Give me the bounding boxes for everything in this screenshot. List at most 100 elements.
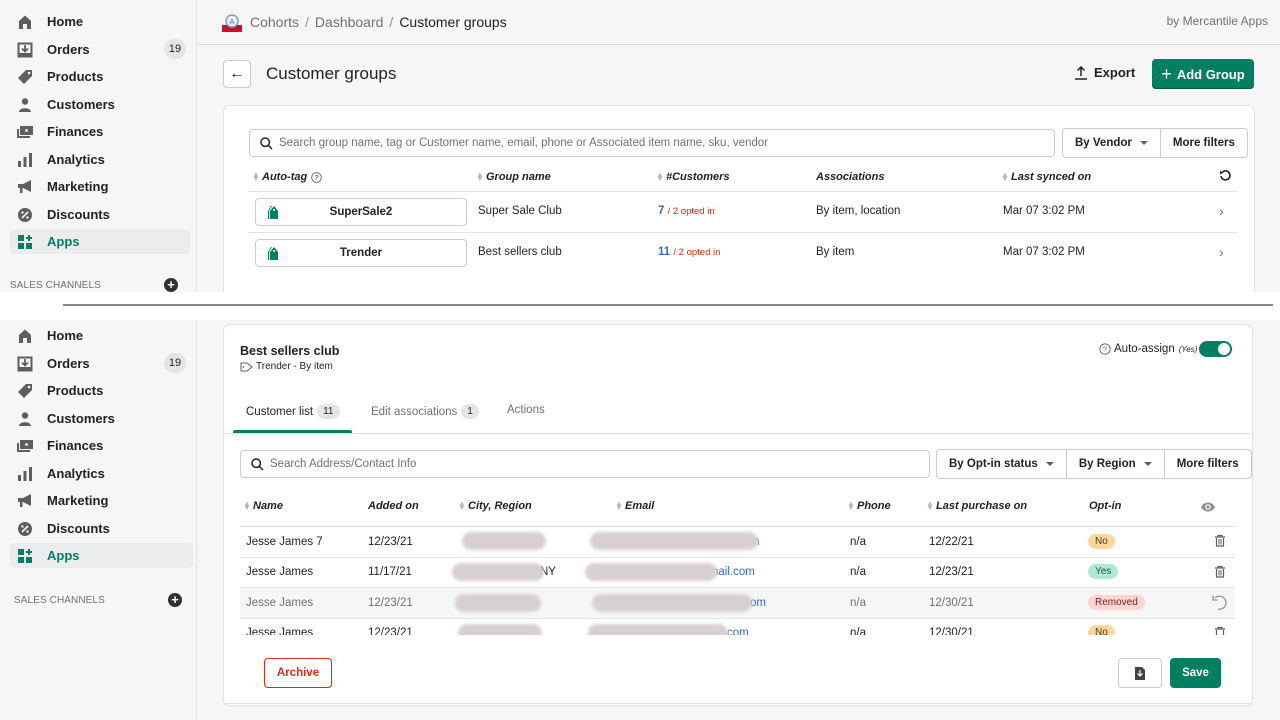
filter-label: By Opt-in status (949, 458, 1038, 470)
export-button[interactable]: Export (1074, 65, 1135, 80)
sidebar-item-label: Marketing (47, 179, 109, 194)
eye-icon[interactable] (1200, 501, 1216, 516)
orders-count-badge: 19 (164, 353, 186, 373)
auto-assign-toggle[interactable] (1199, 341, 1232, 357)
auto-assign-label: Auto-assign (1114, 343, 1175, 355)
sidebar-item-finances[interactable]: Finances (10, 119, 190, 144)
auto-tag-button[interactable]: SuperSale2 (255, 198, 467, 226)
tab-customer-list[interactable]: Customer list 11 (246, 404, 340, 419)
sidebar-item-label: Marketing (47, 493, 109, 508)
sidebar-item-label: Customers (47, 97, 115, 112)
breadcrumb-current: Customer groups (399, 14, 507, 30)
breadcrumb-dashboard[interactable]: Dashboard (315, 14, 384, 30)
column-name[interactable]: ▲ ▼ Name (243, 500, 283, 513)
sidebar-item-finances[interactable]: Finances (10, 433, 190, 458)
tab-edit-associations[interactable]: Edit associations 1 (371, 404, 479, 419)
column-city-region[interactable]: ▲ ▼ City, Region (458, 500, 532, 513)
opted-in-count: / 2 opted in (667, 206, 715, 217)
sales-channels-heading: SALES CHANNELS (10, 280, 101, 291)
trash-icon[interactable] (1214, 565, 1226, 581)
sidebar-item-products[interactable]: Products (10, 378, 190, 403)
sort-icon: ▲ ▼ (926, 499, 934, 512)
breadcrumb-separator: / (305, 14, 309, 30)
region-filter[interactable]: By Region (1067, 450, 1165, 478)
sidebar-item-customers[interactable]: Customers (10, 406, 190, 431)
more-filters-button[interactable]: More filters (1161, 129, 1247, 157)
sidebar-item-customers[interactable]: Customers (10, 92, 190, 117)
sidebar-item-discounts[interactable]: Discounts (10, 202, 190, 227)
column-group-name[interactable]: ▲ ▼ Group name (476, 171, 551, 184)
sidebar-item-marketing[interactable]: Marketing (10, 174, 190, 199)
sidebar-item-apps[interactable]: Apps (10, 543, 193, 568)
column-auto-tag[interactable]: ▲ ▼ Auto-tag ? (252, 171, 322, 183)
sidebar-item-home[interactable]: Home (10, 9, 190, 34)
footer-bar (225, 636, 1251, 704)
megaphone-icon (14, 492, 36, 510)
column-phone[interactable]: ▲ ▼ Phone (847, 499, 891, 513)
sidebar-item-label: Orders (47, 42, 90, 57)
groups-search-input[interactable]: Search group name, tag or Customer name,… (249, 129, 1055, 157)
column-label: Added on (368, 500, 419, 512)
group-subtitle-text: Trender - By item (256, 361, 333, 372)
sidebar-item-marketing[interactable]: Marketing (10, 488, 190, 513)
sidebar-item-label: Analytics (47, 152, 105, 167)
breadcrumb-cohorts[interactable]: Cohorts (250, 14, 299, 30)
add-sales-channel-icon[interactable]: + (168, 593, 182, 607)
svg-text:A: A (230, 19, 235, 26)
opt-in-status-filter[interactable]: By Opt-in status (937, 450, 1067, 478)
sort-icon: ▲ ▼ (847, 499, 855, 512)
refresh-icon[interactable] (1219, 169, 1232, 185)
customer-search-input[interactable]: Search Address/Contact Info (240, 450, 930, 478)
help-icon[interactable]: ? (1099, 343, 1111, 355)
column-last-purchase[interactable]: ▲ ▼ Last purchase on (926, 499, 1027, 513)
caret-down-icon (1143, 462, 1152, 466)
download-button[interactable] (1118, 658, 1162, 688)
column-last-synced[interactable]: ▲ ▼ Last synced on (1001, 171, 1091, 184)
more-filters-button[interactable]: More filters (1165, 450, 1251, 478)
sidebar-item-analytics[interactable]: Analytics (10, 461, 190, 486)
phone-cell: n/a (850, 566, 866, 578)
row-divider (240, 526, 1235, 527)
name-cell: Jesse James (246, 566, 314, 578)
finances-icon (14, 123, 36, 141)
add-group-button[interactable]: + Add Group (1152, 59, 1254, 89)
column-label: Name (253, 500, 283, 512)
sidebar-item-label: Analytics (47, 466, 105, 481)
sidebar-item-orders[interactable]: Orders 19 (10, 37, 190, 62)
by-vendor-filter[interactable]: By Vendor (1063, 129, 1161, 157)
sidebar-item-discounts[interactable]: Discounts (10, 516, 190, 541)
trash-icon[interactable] (1214, 534, 1226, 550)
column-email[interactable]: ▲ ▼ Email (615, 500, 654, 513)
customer-count: 7 (658, 205, 665, 217)
save-button[interactable]: Save (1170, 658, 1221, 688)
associations-cell: By item, location (816, 205, 901, 217)
column-customers[interactable]: ▲ ▼ #Customers (656, 171, 730, 184)
cohorts-logo-icon: A (222, 12, 242, 32)
sidebar-item-home[interactable]: Home (10, 323, 190, 348)
sidebar-item-analytics[interactable]: Analytics (10, 147, 190, 172)
tab-actions[interactable]: Actions (507, 404, 545, 416)
column-label: Phone (857, 500, 891, 512)
help-icon[interactable]: ? (311, 171, 322, 183)
column-label: Associations (816, 171, 885, 183)
sidebar-item-products[interactable]: Products (10, 64, 190, 89)
filter-label: By Vendor (1075, 137, 1132, 149)
auto-tag-button[interactable]: Trender (255, 239, 467, 267)
add-sales-channel-icon[interactable]: + (164, 278, 178, 292)
row-divider (249, 191, 1237, 192)
archive-button[interactable]: Archive (264, 658, 332, 688)
back-button[interactable]: ← (223, 60, 251, 88)
chevron-right-icon[interactable]: › (1219, 203, 1224, 219)
add-group-label: Add Group (1176, 66, 1245, 82)
undo-icon[interactable] (1211, 593, 1229, 614)
orders-count-badge: 19 (164, 39, 186, 59)
sidebar-item-orders[interactable]: Orders 19 (10, 351, 190, 376)
auto-assign-value: (Yes) (1178, 344, 1198, 354)
tag-icon (14, 382, 36, 400)
group-name-cell: Super Sale Club (478, 205, 562, 217)
apps-icon (14, 547, 36, 565)
filter-label: More filters (1172, 137, 1235, 149)
plus-icon: + (1161, 63, 1172, 84)
chevron-right-icon[interactable]: › (1219, 244, 1224, 260)
sidebar-item-apps[interactable]: Apps (10, 229, 190, 254)
